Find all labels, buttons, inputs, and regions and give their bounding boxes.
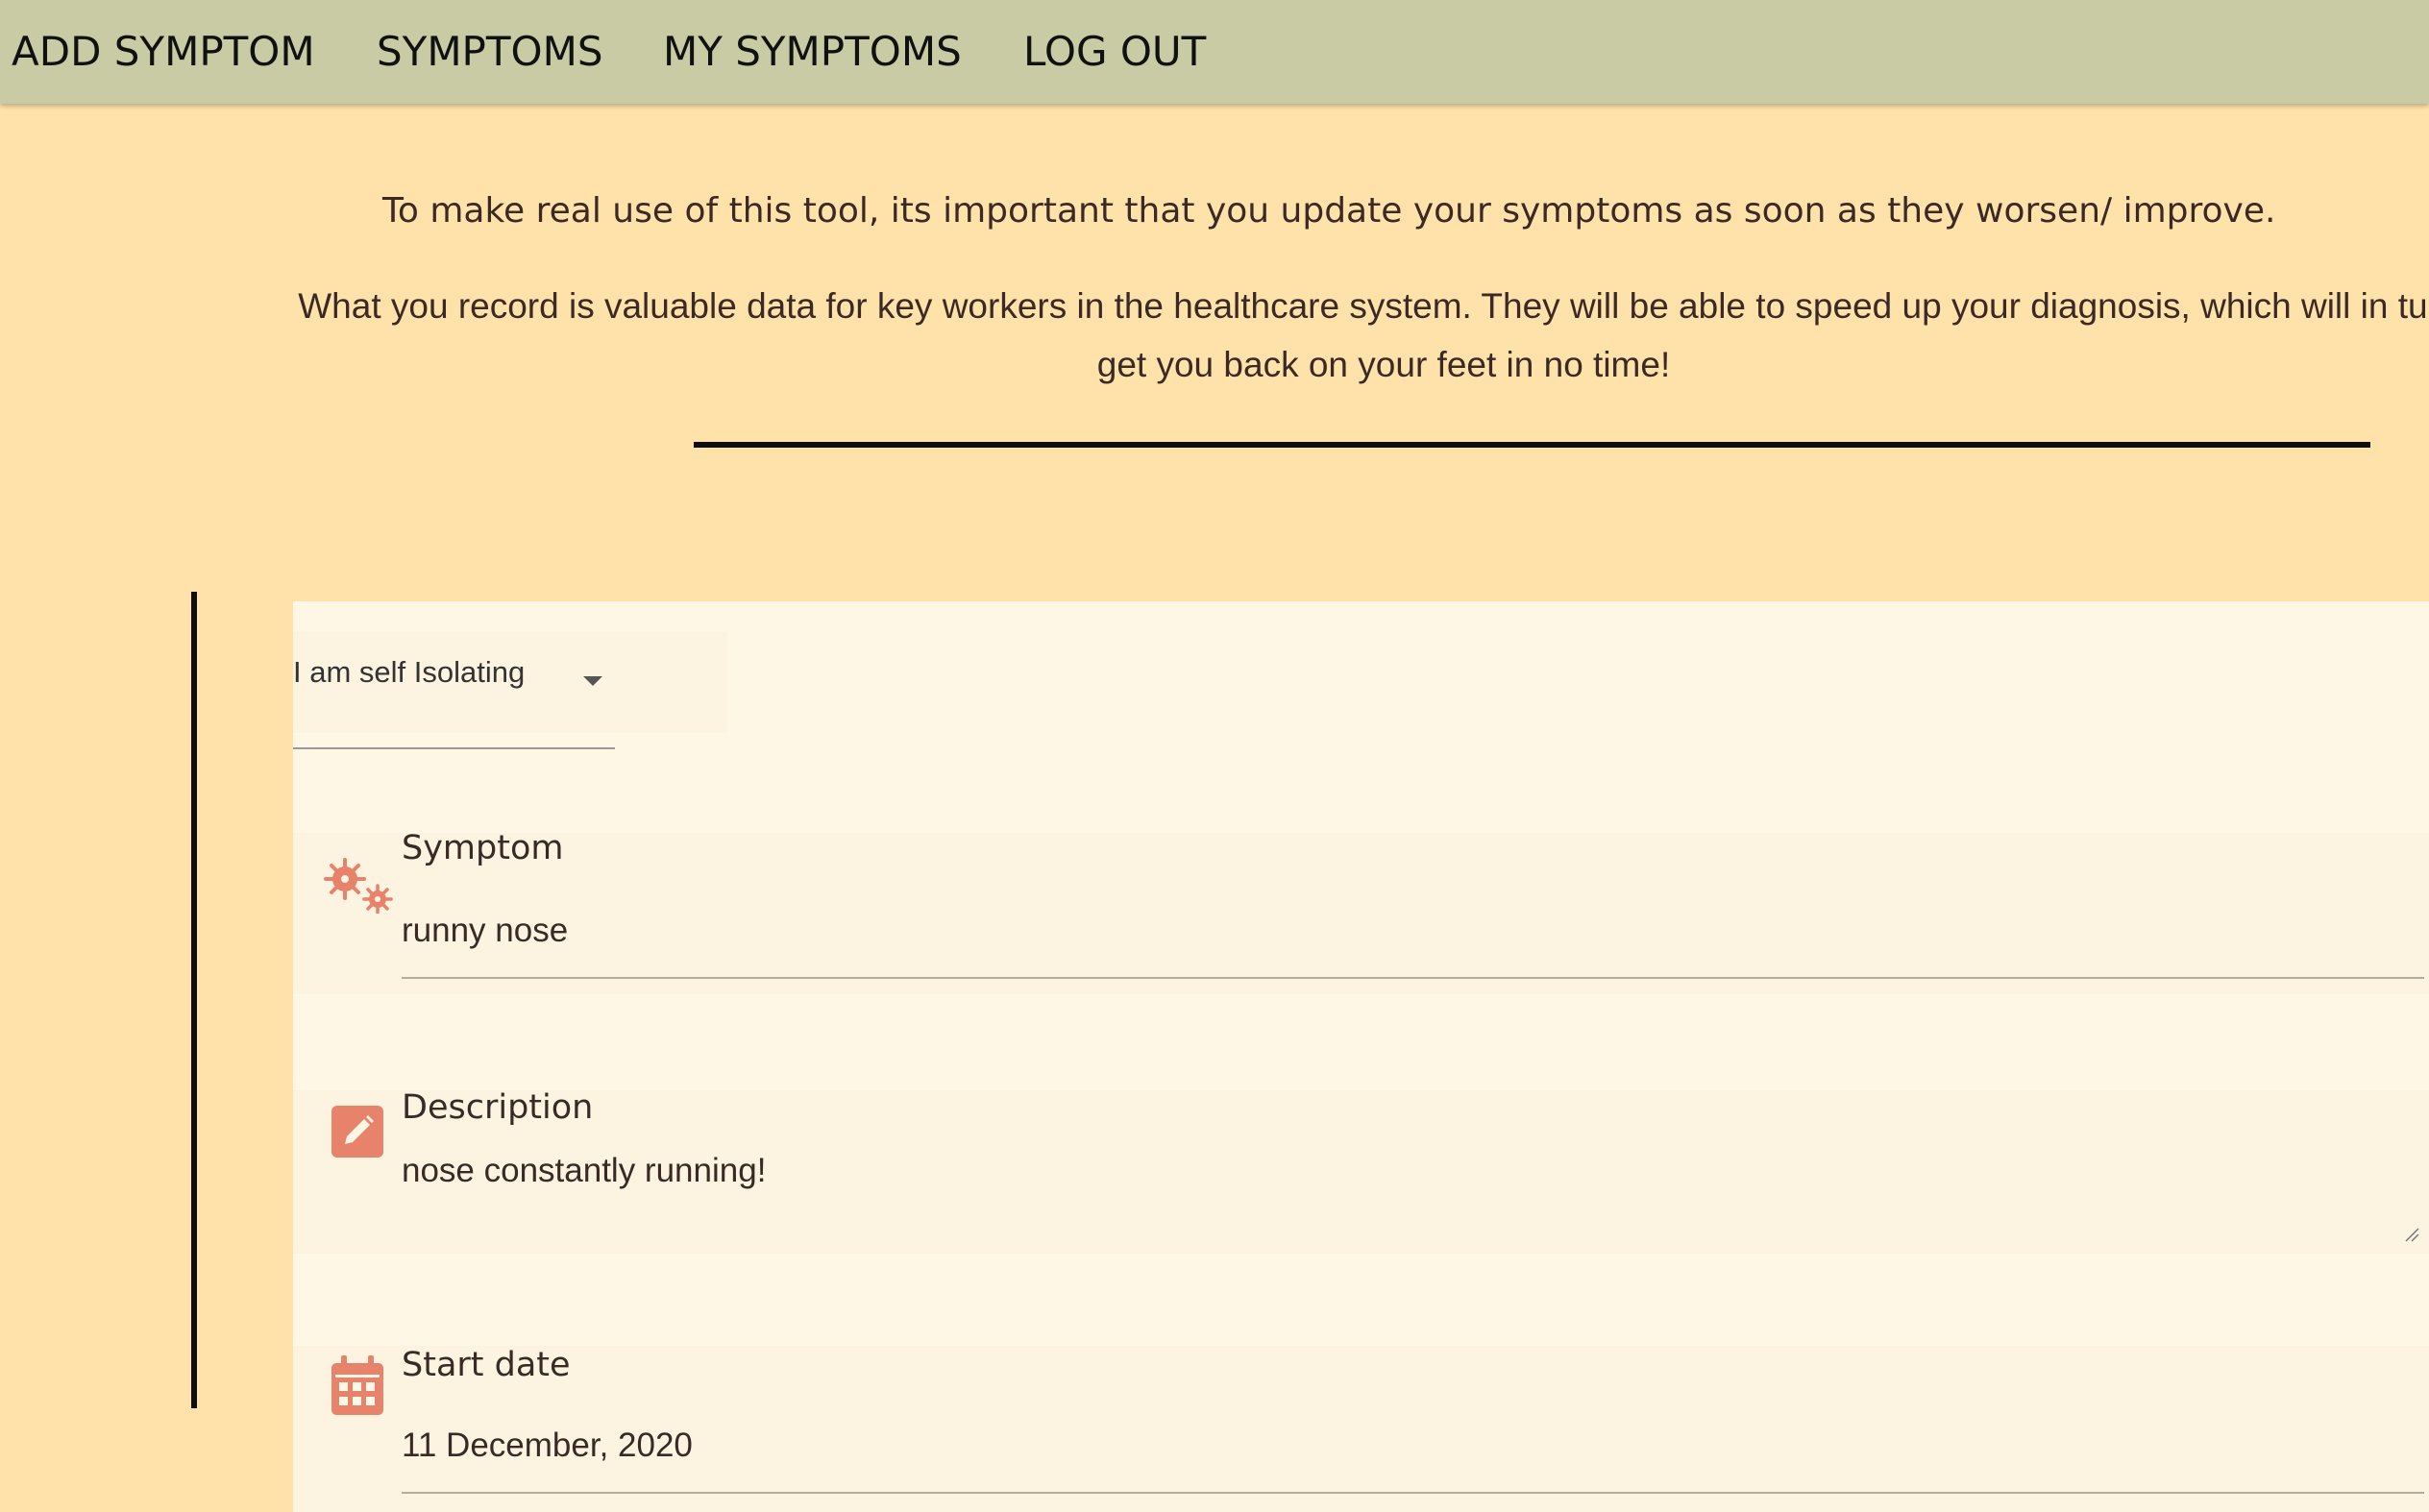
isolation-status-value: I am self Isolating xyxy=(293,655,526,689)
top-nav: ADD SYMPTOM SYMPTOMS MY SYMPTOMS LOG OUT xyxy=(0,0,2429,104)
start-date-label: Start date xyxy=(402,1346,571,1384)
nav-symptoms[interactable]: SYMPTOMS xyxy=(377,23,603,81)
isolation-status-select[interactable]: I am self Isolating xyxy=(293,632,727,749)
symptom-field[interactable]: Symptom runny nose xyxy=(293,829,2429,994)
description-label: Description xyxy=(402,1088,594,1127)
symptom-underline xyxy=(402,977,2424,979)
intro-text-update: To make real use of this tool, its impor… xyxy=(382,191,2276,231)
start-date-field[interactable]: Start date 11 December, 2020 xyxy=(293,1346,2429,1512)
nav-log-out[interactable]: LOG OUT xyxy=(1023,23,1206,81)
symptom-label: Symptom xyxy=(402,829,564,867)
intro-divider xyxy=(694,442,2370,448)
nav-my-symptoms[interactable]: MY SYMPTOMS xyxy=(663,23,962,81)
select-underline xyxy=(293,747,615,749)
symptom-input[interactable]: runny nose xyxy=(402,912,568,950)
calendar-icon xyxy=(331,1355,383,1415)
description-textarea[interactable]: nose constantly running! xyxy=(402,1152,766,1190)
start-date-input[interactable]: 11 December, 2020 xyxy=(402,1427,693,1465)
side-divider xyxy=(191,592,197,1408)
intro-text-valuable-data: What you record is valuable data for key… xyxy=(298,286,2429,384)
description-field[interactable]: Description nose constantly running! xyxy=(293,1088,2429,1254)
nav-add-symptom[interactable]: ADD SYMPTOM xyxy=(12,23,315,81)
symptom-form-card: I am self Isolating Symptom runny nose D… xyxy=(293,601,2429,1512)
edit-icon xyxy=(331,1106,383,1158)
resize-handle-icon[interactable] xyxy=(2404,1227,2419,1242)
dropdown-arrow-icon[interactable] xyxy=(583,676,602,686)
virus-icon xyxy=(324,858,393,914)
start-date-underline xyxy=(402,1492,2424,1494)
